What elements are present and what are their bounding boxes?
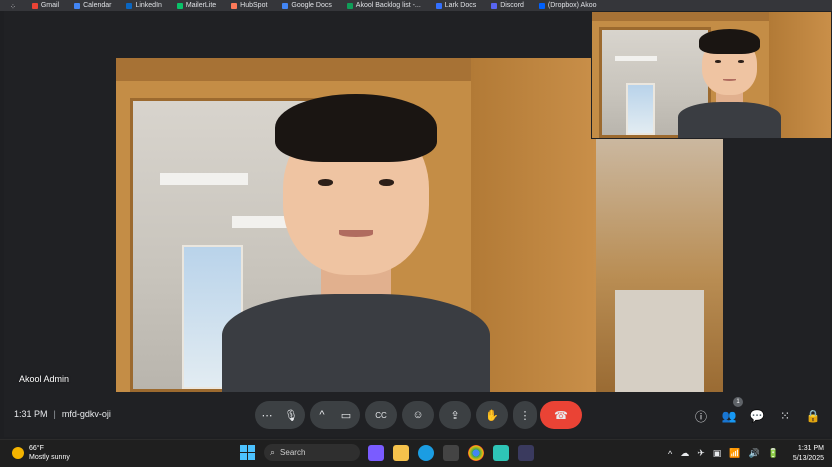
volume-icon[interactable]: 🔊 <box>749 448 760 459</box>
ceiling-light <box>614 56 658 61</box>
meeting-code: mfd-gdkv-oji <box>61 409 111 419</box>
bookmark-calendar[interactable]: Calendar <box>74 0 111 11</box>
self-video <box>678 26 781 138</box>
display-icon[interactable]: ▣ <box>713 448 722 459</box>
meeting-control-bar: 1:31 PM | mfd-gdkv-oji ⋯ 🎙 ^ ▭ CC ☺ ⇪ ✋ ⋮ … <box>4 394 830 437</box>
chat-icon[interactable]: 💬 <box>749 408 765 424</box>
apps-grid-icon[interactable]: ⁘ <box>10 4 16 11</box>
bookmark-google-docs[interactable]: Google Docs <box>282 0 332 11</box>
person-eye <box>714 60 721 63</box>
wifi-icon[interactable]: 📶 <box>729 448 740 459</box>
main-video-tile[interactable] <box>116 58 596 392</box>
show-hidden-icons-chevron-icon[interactable]: ^ <box>668 449 672 459</box>
windows-taskbar: 66°F Mostly sunny ⌕ Search ^ ☁ ✈ ▣ 📶 🔊 🔋… <box>0 439 832 467</box>
meeting-details-icon[interactable]: ⓘ <box>693 408 709 424</box>
edge-icon[interactable] <box>418 444 434 461</box>
more-options-button[interactable]: ⋮ <box>513 401 537 429</box>
participant-video <box>221 85 491 392</box>
camera-options-chevron-icon[interactable]: ^ <box>310 401 334 429</box>
bookmark-gmail[interactable]: Gmail <box>31 0 59 11</box>
app-icon[interactable] <box>493 444 509 461</box>
taskbar-clock[interactable]: 1:31 PM 5/13/2025 <box>784 444 824 464</box>
emoji-reaction-button[interactable]: ☺ <box>402 401 434 429</box>
store-icon[interactable] <box>443 444 459 461</box>
linkedin-icon <box>126 2 133 9</box>
person-eye <box>379 179 394 186</box>
people-count-badge: 1 <box>733 397 743 407</box>
microphone-icon[interactable]: 🎙 <box>279 401 303 429</box>
clock-time: 1:31 PM <box>797 445 824 452</box>
sheets-icon <box>346 2 353 9</box>
bookmark-discord[interactable]: Discord <box>491 0 524 11</box>
weather-text: 66°F Mostly sunny <box>29 444 70 462</box>
activities-icon[interactable]: ⁙ <box>777 408 793 424</box>
weather-temperature: 66°F <box>29 445 44 452</box>
more-mic-options-button[interactable]: ⋯ <box>255 401 279 429</box>
bookmark-mailerlite[interactable]: MailerLite <box>176 0 216 11</box>
meeting-info: 1:31 PM | mfd-gdkv-oji <box>14 409 111 419</box>
weather-description: Mostly sunny <box>29 454 70 461</box>
discord-icon <box>491 2 498 9</box>
meeting-stage: Akool Admin <box>4 11 832 394</box>
system-tray: ^ ☁ ✈ ▣ 📶 🔊 🔋 <box>668 448 787 459</box>
bookmark-akool-backlog[interactable]: Akool Backlog list -... <box>346 0 421 11</box>
meeting-time: 1:31 PM <box>14 409 48 419</box>
person-mouth <box>722 79 737 82</box>
search-icon: ⌕ <box>270 447 276 457</box>
bookmark-dropbox[interactable]: (Dropbox) Akoo <box>538 0 597 11</box>
chrome-icon[interactable] <box>468 444 484 461</box>
lark-icon <box>435 2 442 9</box>
background-shelf <box>615 290 704 392</box>
file-explorer-icon[interactable] <box>393 444 409 461</box>
mailerlite-icon <box>176 2 183 9</box>
window-pane <box>625 82 656 135</box>
hubspot-icon <box>231 2 238 9</box>
battery-icon[interactable]: 🔋 <box>768 448 779 459</box>
self-view-tile[interactable] <box>591 11 832 139</box>
weather-widget[interactable]: 66°F Mostly sunny <box>12 444 70 462</box>
onedrive-icon[interactable]: ☁ <box>680 448 689 459</box>
gmail-icon <box>31 2 38 9</box>
taskbar-search-input[interactable]: ⌕ Search <box>264 444 360 461</box>
bookmark-lark-docs[interactable]: Lark Docs <box>435 0 476 11</box>
person-eye <box>738 60 744 63</box>
bookmarks-bar: ⁘ Gmail Calendar LinkedIn MailerLite Hub… <box>0 0 832 11</box>
present-screen-button[interactable]: ⇪ <box>439 401 471 429</box>
send-icon[interactable]: ✈ <box>697 448 705 459</box>
dropbox-icon <box>538 2 545 9</box>
calendar-icon <box>74 2 81 9</box>
clock-date: 5/13/2025 <box>792 455 824 462</box>
bookmark-hubspot[interactable]: HubSpot <box>231 0 267 11</box>
camera-control-group: ^ ▭ <box>310 401 360 429</box>
person-torso <box>221 293 491 392</box>
person-eye <box>318 179 333 186</box>
search-placeholder: Search <box>280 448 306 457</box>
windows-start-icon[interactable] <box>240 445 255 460</box>
people-icon[interactable]: 👥 <box>721 408 737 424</box>
copilot-icon[interactable] <box>368 444 384 461</box>
raise-hand-button[interactable]: ✋ <box>476 401 508 429</box>
taskbar-apps: ⌕ Search <box>240 444 543 461</box>
sun-icon <box>12 447 24 459</box>
background-hallway <box>596 138 723 392</box>
bookmark-linkedin[interactable]: LinkedIn <box>126 0 162 11</box>
participant-name-label: Akool Admin <box>19 374 70 384</box>
person-torso <box>678 102 781 138</box>
captions-button[interactable]: CC <box>365 401 397 429</box>
app-icon[interactable] <box>518 444 534 461</box>
meeting-separator: | <box>53 409 56 419</box>
person-hair <box>698 29 761 54</box>
mic-control-group: ⋯ 🎙 <box>255 401 305 429</box>
google-docs-icon <box>282 2 289 9</box>
camera-icon[interactable]: ▭ <box>334 401 358 429</box>
person-hair <box>275 93 437 162</box>
host-controls-icon[interactable]: 🔒 <box>805 408 821 424</box>
end-call-button[interactable]: ☎ <box>540 401 582 429</box>
person-mouth <box>338 230 374 237</box>
